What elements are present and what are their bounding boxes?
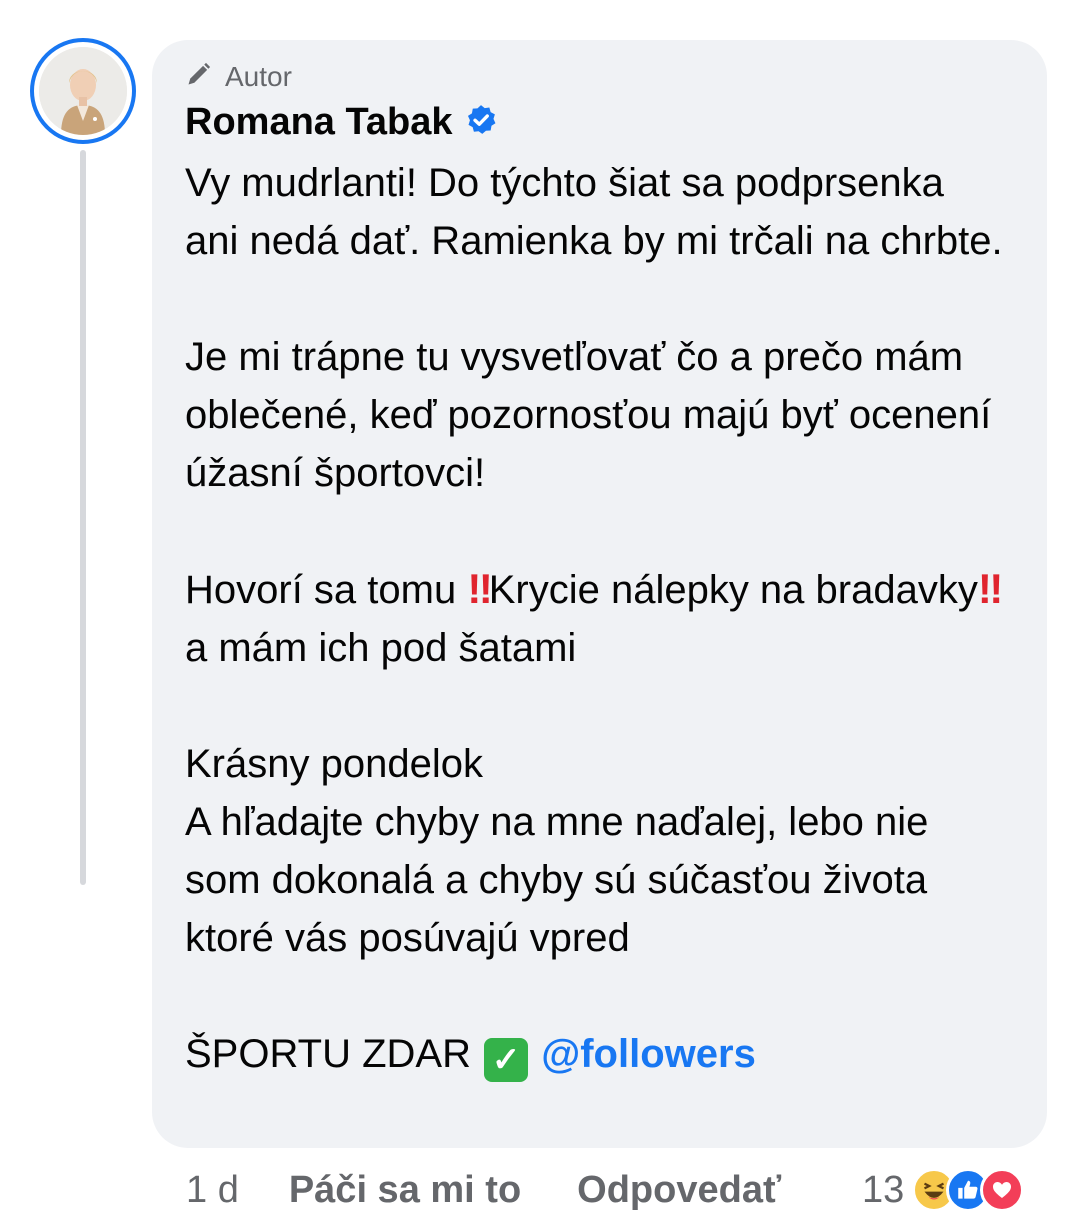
verified-icon — [452, 103, 498, 142]
paragraph-1: Vy mudrlanti! Do týchto šiat sa podprsen… — [185, 161, 1003, 263]
paragraph-3-start: Hovorí sa tomu — [185, 568, 468, 612]
mention-link[interactable]: @followers — [541, 1032, 756, 1076]
author-badge-label: Autor — [225, 61, 292, 92]
paragraph-2: Je mi trápne tu vysvetľovať čo a prečo m… — [185, 335, 992, 495]
reply-button[interactable]: Odpovedať — [577, 1169, 781, 1212]
paragraph-4-line-1: Krásny pondelok — [185, 742, 483, 786]
reactions-summary[interactable]: 13 — [862, 1160, 1025, 1220]
check-mark-icon: ✓ — [484, 1038, 529, 1082]
reaction-count: 13 — [862, 1168, 905, 1211]
paragraph-3: Hovorí sa tomu ‼Krycie nálepky na bradav… — [185, 560, 1005, 677]
double-exclamation-icon: ‼ — [977, 565, 1003, 612]
comment-text: Vy mudrlanti! Do týchto šiat sa podprsen… — [185, 154, 1005, 1083]
love-icon — [980, 1168, 1025, 1212]
author-name[interactable]: Romana Tabak — [185, 101, 452, 144]
pencil-icon — [185, 60, 225, 95]
thread-line — [80, 150, 86, 885]
paragraph-3-middle: Krycie nálepky na bradavky — [488, 568, 978, 612]
paragraph-5: ŠPORTU ZDAR ✓ @followers — [185, 1025, 1005, 1083]
paragraph-3-end: a mám ich pod šatami — [185, 626, 577, 670]
comment-bubble: Autor Romana Tabak Vy mudrlanti! Do tých… — [152, 40, 1047, 1148]
sign-off: ŠPORTU ZDAR — [185, 1032, 471, 1076]
timestamp[interactable]: 1 d — [186, 1169, 239, 1212]
comment-actions: 1 d Páči sa mi to Odpovedať — [186, 1160, 781, 1220]
author-badge: Autor — [185, 60, 1047, 94]
avatar-photo — [39, 47, 127, 135]
avatar[interactable] — [30, 38, 136, 144]
like-button[interactable]: Páči sa mi to — [289, 1169, 521, 1212]
double-exclamation-icon: ‼ — [467, 565, 492, 612]
paragraph-4-line-2: A hľadajte chyby na mne naďalej, lebo ni… — [185, 800, 929, 960]
